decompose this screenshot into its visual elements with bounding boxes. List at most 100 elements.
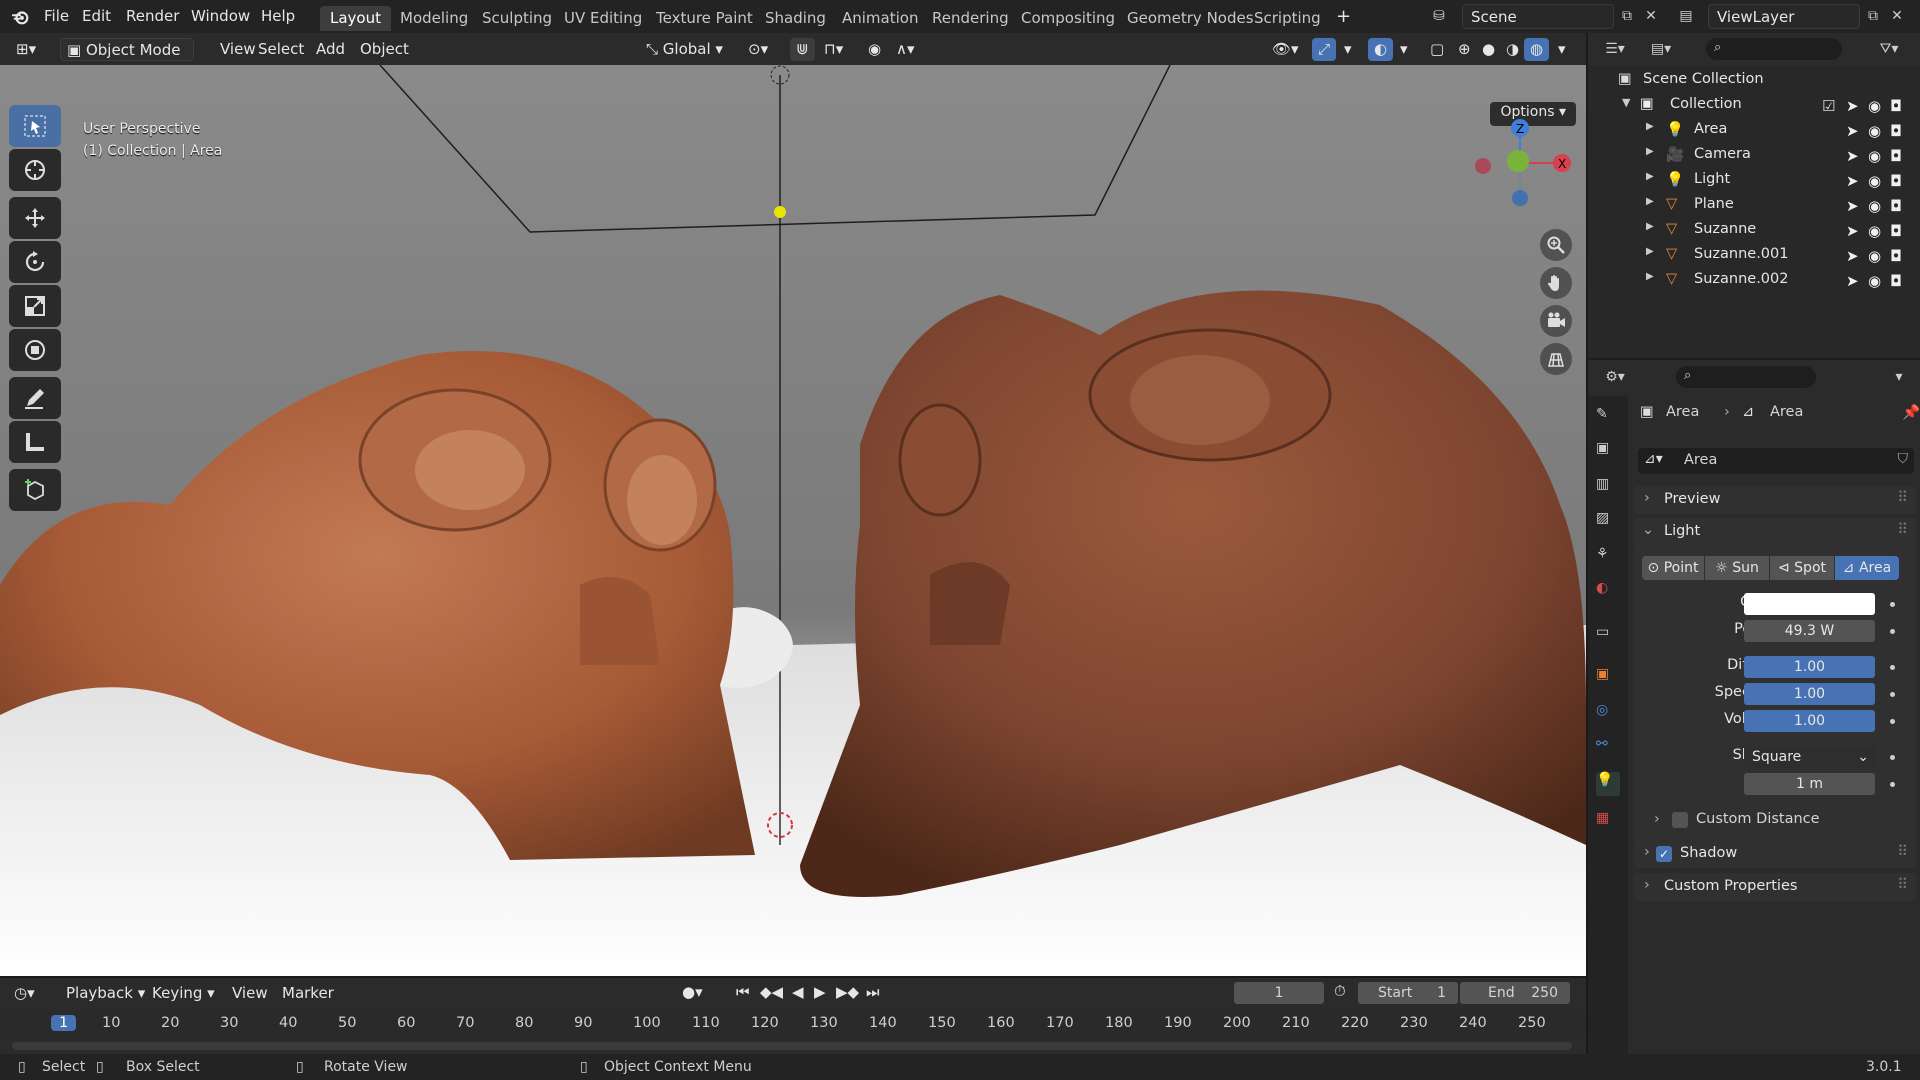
specular-slider[interactable]: 1.00: [1744, 683, 1875, 705]
light-type-spot[interactable]: ⊲ Spot: [1770, 556, 1834, 580]
tab-uv-editing[interactable]: UV Editing: [554, 6, 652, 31]
display-mode-icon[interactable]: ▤▾: [1650, 38, 1672, 60]
solid-shading-icon[interactable]: ●: [1476, 38, 1501, 61]
expand-arrow-icon[interactable]: ▶: [1646, 146, 1664, 164]
diffuse-slider[interactable]: 1.00: [1744, 656, 1875, 678]
keyframe-dot-icon[interactable]: [1890, 782, 1895, 787]
pan-button[interactable]: [1540, 267, 1572, 299]
menu-playback[interactable]: Playback ▾: [66, 984, 145, 1002]
navigation-gizmo[interactable]: Z X: [1470, 108, 1580, 218]
ortho-toggle-button[interactable]: [1540, 343, 1572, 375]
expand-arrow-icon[interactable]: ▶: [1646, 221, 1664, 239]
collection-tab-icon[interactable]: ▭: [1596, 624, 1620, 648]
select-box-tool[interactable]: [9, 105, 61, 147]
timeline-editor-type-icon[interactable]: ◷▾: [14, 984, 35, 1002]
menu-view[interactable]: View: [232, 984, 268, 1002]
tab-modeling[interactable]: Modeling: [390, 6, 478, 31]
add-cube-tool[interactable]: [9, 469, 61, 511]
eye-icon[interactable]: ◉: [1868, 122, 1881, 140]
camera-view-button[interactable]: [1540, 305, 1572, 337]
power-field[interactable]: 49.3 W: [1744, 620, 1875, 642]
selectable-icon[interactable]: ➤: [1846, 147, 1859, 165]
render-tab-icon[interactable]: ▣: [1596, 440, 1620, 464]
menu-add[interactable]: Add: [310, 38, 351, 61]
expand-arrow-icon[interactable]: ▶: [1646, 196, 1664, 214]
expand-arrow-icon[interactable]: ▶: [1646, 121, 1664, 139]
outliner-collection[interactable]: ▼ ▣ Collection ☑ ➤ ◉ ◘: [1588, 93, 1920, 118]
outliner-item-suzanne[interactable]: ▶ ▽ Suzanne ➤ ◉ ◘: [1588, 218, 1920, 243]
properties-search-input[interactable]: ⌕: [1676, 366, 1816, 388]
pin-icon[interactable]: 📌: [1902, 404, 1920, 421]
selectable-icon[interactable]: ➤: [1846, 272, 1859, 290]
keyframe-dot-icon[interactable]: [1890, 719, 1895, 724]
falloff-icon[interactable]: ∧▾: [890, 38, 921, 61]
keyframe-dot-icon[interactable]: [1890, 755, 1895, 760]
drag-handle-icon[interactable]: ⠿: [1897, 490, 1908, 506]
tab-shading[interactable]: Shading: [755, 6, 836, 31]
expand-arrow-icon[interactable]: ▶: [1646, 271, 1664, 289]
cursor-tool[interactable]: [9, 149, 61, 191]
gizmo-dropdown-icon[interactable]: ▾: [1338, 38, 1358, 61]
rotate-tool[interactable]: [9, 241, 61, 283]
volume-slider[interactable]: 1.00: [1744, 710, 1875, 732]
light-type-sun[interactable]: ☼ Sun: [1705, 556, 1769, 580]
render-icon[interactable]: ◘: [1890, 172, 1902, 190]
new-viewlayer-icon[interactable]: ⧉: [1862, 5, 1884, 27]
expand-arrow-icon[interactable]: ▶: [1646, 246, 1664, 264]
keyframe-dot-icon[interactable]: [1890, 665, 1895, 670]
current-frame-field[interactable]: 1: [1234, 982, 1324, 1004]
preview-panel-header[interactable]: › Preview ⠿: [1634, 486, 1916, 514]
frame-ruler[interactable]: 1 10 20 30 40 50 60 70 80 90 100 110 120 130 140 150 160…: [0, 1012, 1586, 1036]
snap-target-icon[interactable]: ⊓▾: [818, 38, 849, 61]
keyframe-dot-icon[interactable]: [1890, 692, 1895, 697]
filter-icon[interactable]: ⛛▾: [1878, 38, 1900, 60]
keyframe-dot-icon[interactable]: [1890, 629, 1895, 634]
start-frame-field[interactable]: Start 1: [1358, 982, 1458, 1004]
tab-animation[interactable]: Animation: [832, 6, 928, 31]
scene-browse-icon[interactable]: ⛁: [1428, 5, 1450, 27]
eye-icon[interactable]: ◉: [1868, 247, 1881, 265]
light-datablock-field[interactable]: ⊿▾ Area ⛉: [1638, 448, 1914, 474]
timeline-scrollbar[interactable]: [12, 1042, 1572, 1050]
scene-tab-icon[interactable]: ⚘: [1596, 546, 1620, 570]
editor-type-icon[interactable]: ⊞▾: [10, 38, 42, 61]
selectable-icon[interactable]: ➤: [1846, 222, 1859, 240]
scene-name-field[interactable]: Scene: [1462, 4, 1614, 29]
zoom-button[interactable]: [1540, 229, 1572, 261]
eye-icon[interactable]: ◉: [1868, 197, 1881, 215]
light-data-tab-icon[interactable]: 💡: [1596, 772, 1620, 796]
keyframe-dot-icon[interactable]: [1890, 602, 1895, 607]
transform-tool[interactable]: [9, 329, 61, 371]
tab-rendering[interactable]: Rendering: [922, 6, 1019, 31]
render-icon[interactable]: ◘: [1890, 197, 1902, 215]
render-icon[interactable]: ◘: [1890, 122, 1902, 140]
render-icon[interactable]: ◘: [1890, 247, 1902, 265]
play-reverse-icon[interactable]: ◀: [792, 983, 804, 1001]
selectable-icon[interactable]: ➤: [1846, 122, 1859, 140]
drag-handle-icon[interactable]: ⠿: [1897, 844, 1908, 860]
view-layer-tab-icon[interactable]: ▨: [1596, 510, 1620, 534]
menu-marker[interactable]: Marker: [282, 984, 334, 1002]
add-workspace-button[interactable]: +: [1336, 6, 1351, 27]
custom-distance-checkbox[interactable]: [1672, 812, 1688, 828]
visibility-icon[interactable]: 👁▾: [1266, 38, 1305, 61]
size-field[interactable]: 1 m: [1744, 773, 1875, 795]
play-icon[interactable]: ▶: [814, 983, 826, 1001]
snap-toggle-icon[interactable]: ⋓: [790, 38, 815, 61]
expand-arrow-icon[interactable]: ▶: [1646, 171, 1664, 189]
menu-object[interactable]: Object: [354, 38, 415, 61]
shadow-checkbox[interactable]: ✓: [1656, 846, 1672, 862]
outliner-item-suzanne-001[interactable]: ▶ ▽ Suzanne.001 ➤ ◉ ◘: [1588, 243, 1920, 268]
render-icon[interactable]: ◘: [1890, 97, 1902, 115]
tab-texture-paint[interactable]: Texture Paint: [646, 6, 763, 31]
blender-logo-icon[interactable]: [12, 8, 30, 26]
wireframe-shading-icon[interactable]: ⊕: [1452, 38, 1477, 61]
selectable-icon[interactable]: ➤: [1846, 197, 1859, 215]
custom-distance-subpanel[interactable]: › Custom Distance: [1650, 811, 1910, 833]
annotate-tool[interactable]: [9, 377, 61, 419]
render-icon[interactable]: ◘: [1890, 147, 1902, 165]
output-tab-icon[interactable]: ▥: [1596, 476, 1620, 500]
menu-help[interactable]: Help: [261, 7, 295, 25]
selectable-icon[interactable]: ➤: [1846, 97, 1859, 115]
properties-editor-type-icon[interactable]: ⚙▾: [1604, 366, 1626, 388]
